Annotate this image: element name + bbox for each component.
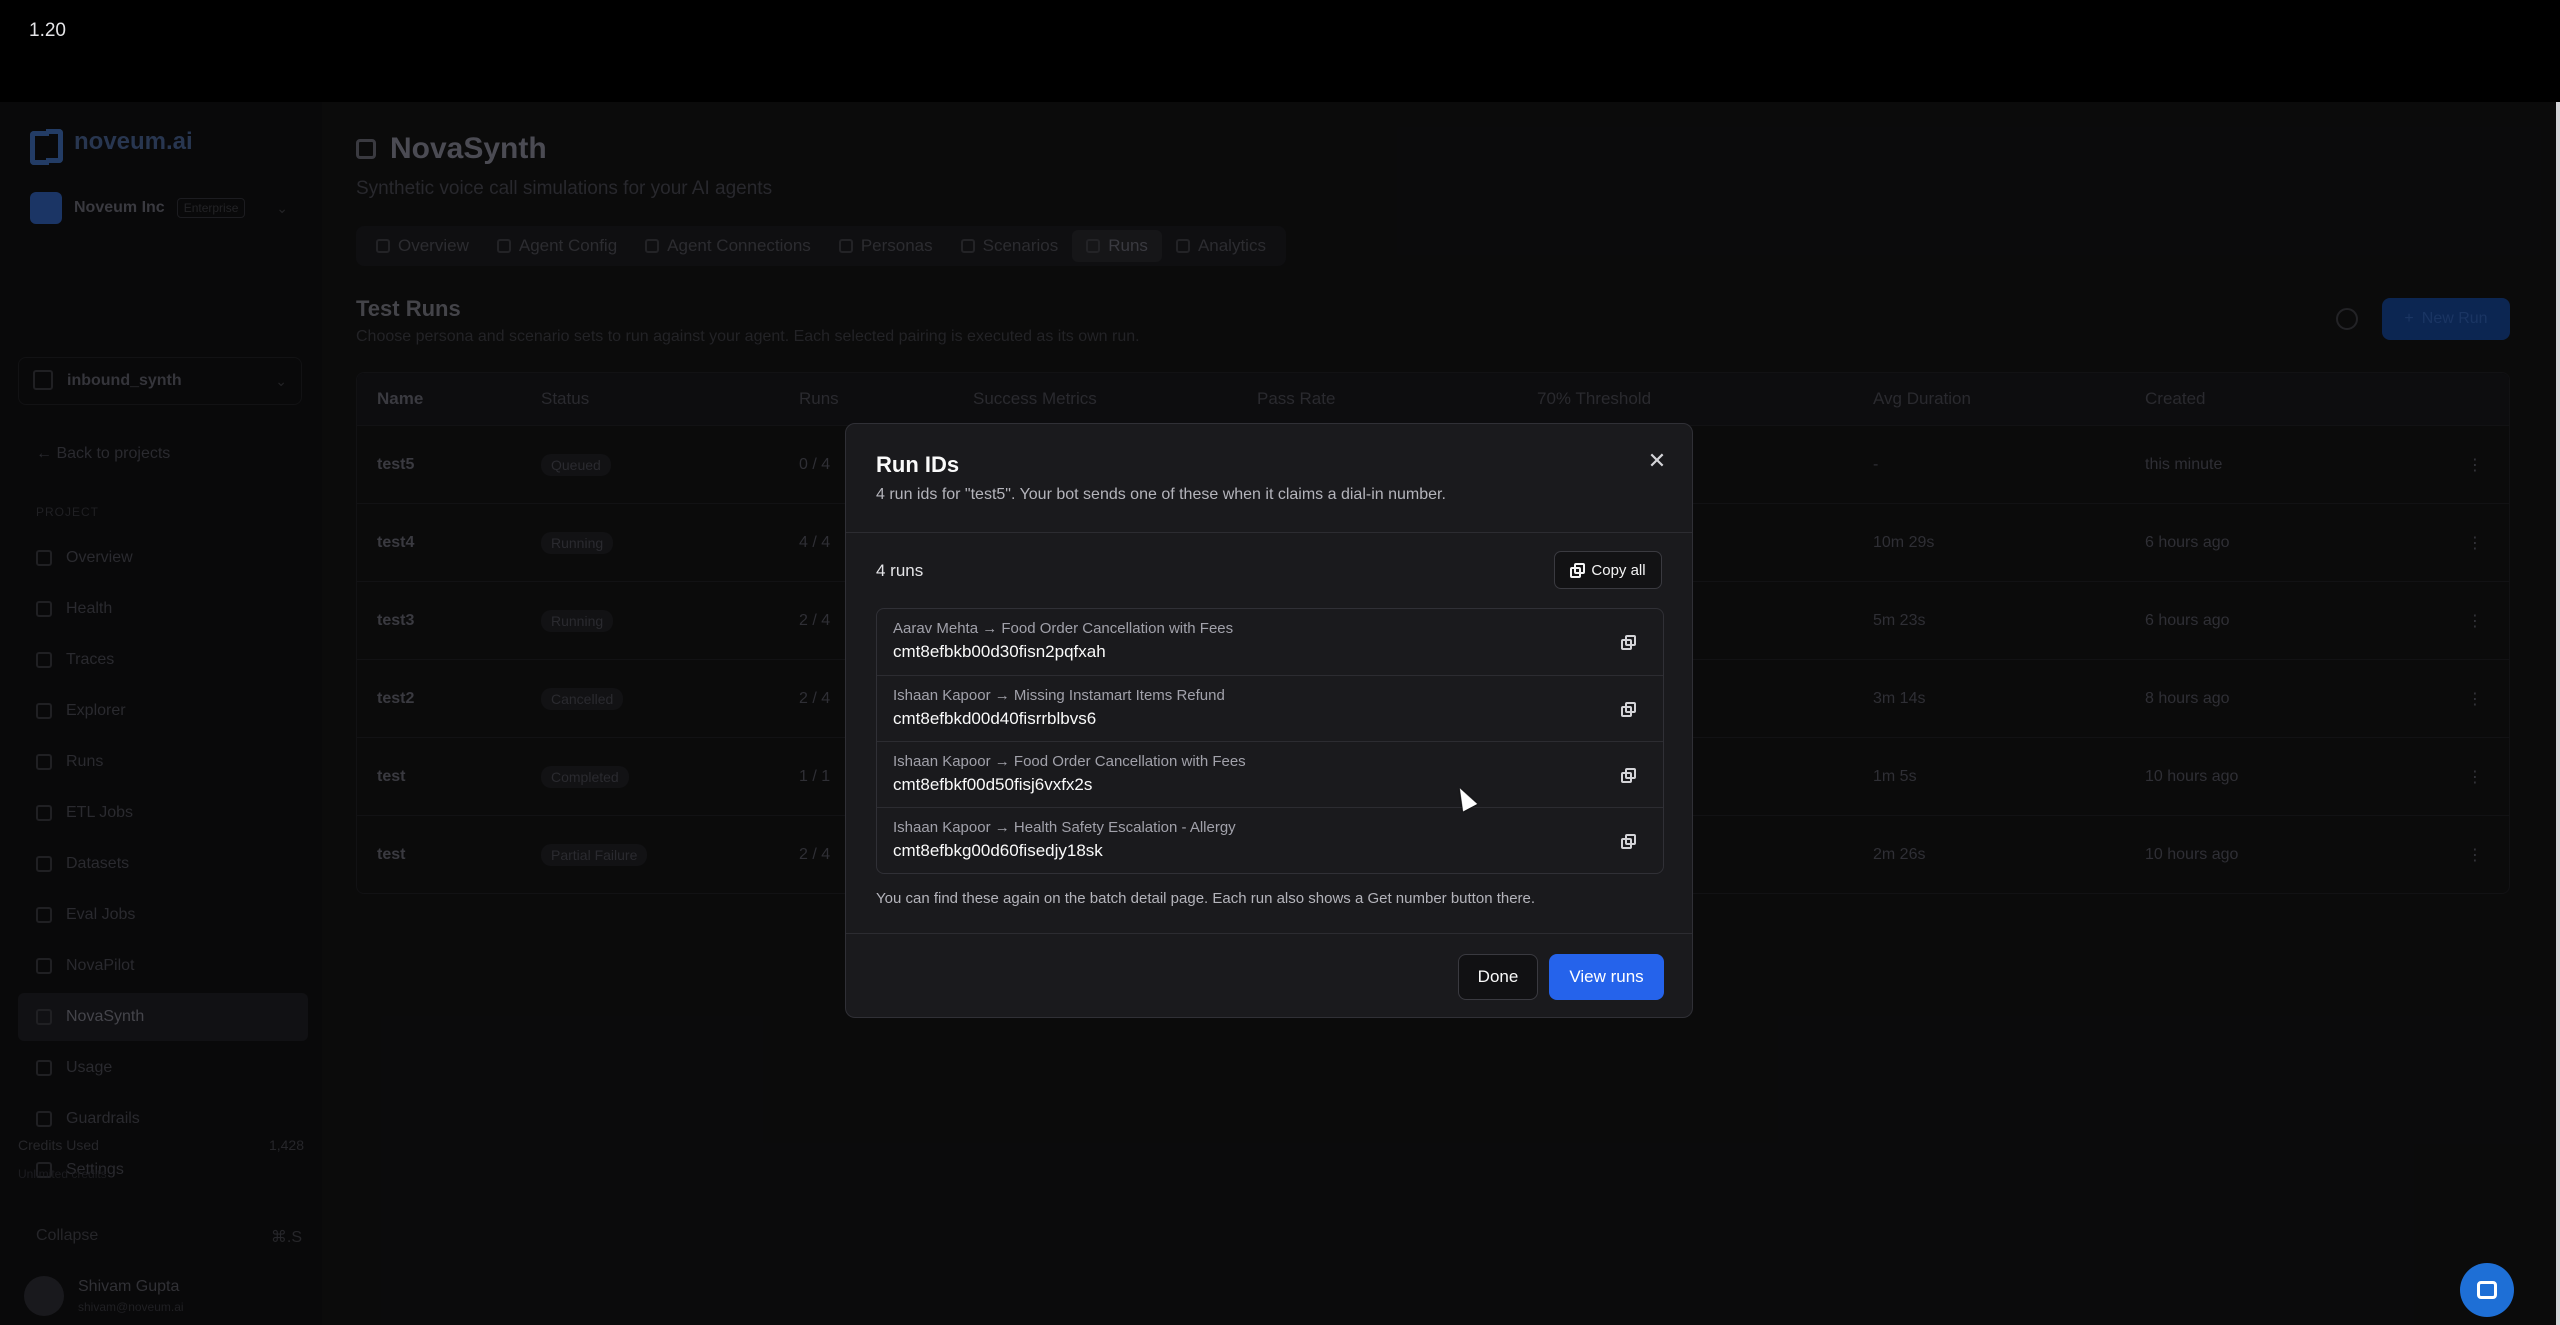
dialog-description: 4 run ids for "test5". Your bot sends on… bbox=[876, 486, 1446, 503]
top-bar: 1.20 bbox=[0, 0, 2560, 102]
chat-icon bbox=[2477, 1281, 2497, 1299]
run-pairing-label: Ishaan Kapoor → Food Order Cancellation … bbox=[893, 753, 1246, 770]
runs-count: 4 runs bbox=[876, 561, 924, 580]
list-item: Ishaan Kapoor → Missing Instamart Items … bbox=[877, 675, 1663, 741]
dialog-title: Run IDs bbox=[876, 452, 960, 477]
list-item: Ishaan Kapoor → Health Safety Escalation… bbox=[877, 807, 1663, 873]
dialog-header: Run IDs 4 run ids for "test5". Your bot … bbox=[846, 424, 1692, 533]
copy-icon[interactable] bbox=[1617, 764, 1639, 786]
run-pairing-label: Ishaan Kapoor → Missing Instamart Items … bbox=[893, 687, 1225, 704]
run-id-list: Aarav Mehta → Food Order Cancellation wi… bbox=[876, 608, 1664, 874]
copy-icon[interactable] bbox=[1617, 631, 1639, 653]
list-item: Aarav Mehta → Food Order Cancellation wi… bbox=[877, 609, 1663, 675]
page-scrollbar[interactable] bbox=[2556, 102, 2560, 1325]
run-id: cmt8efbkd00d40fisrrblbvs6 bbox=[893, 709, 1097, 728]
run-ids-dialog: Run IDs 4 run ids for "test5". Your bot … bbox=[845, 423, 1693, 1018]
copy-icon bbox=[1570, 562, 1586, 578]
run-id: cmt8efbkf00d50fisj6vxfx2s bbox=[893, 775, 1093, 794]
list-item: Ishaan Kapoor → Food Order Cancellation … bbox=[877, 741, 1663, 807]
copy-all-label: Copy all bbox=[1591, 561, 1646, 579]
copy-all-button[interactable]: Copy all bbox=[1554, 551, 1662, 589]
run-pairing-label: Ishaan Kapoor → Health Safety Escalation… bbox=[893, 819, 1236, 836]
run-id: cmt8efbkg00d60fisedjy18sk bbox=[893, 841, 1103, 860]
chat-support-button[interactable] bbox=[2460, 1263, 2514, 1317]
version-label: 1.20 bbox=[29, 20, 66, 41]
close-icon[interactable]: ✕ bbox=[1644, 448, 1670, 474]
view-runs-button[interactable]: View runs bbox=[1549, 954, 1664, 1000]
copy-icon[interactable] bbox=[1617, 830, 1639, 852]
dialog-footer: Done View runs bbox=[846, 933, 1692, 1020]
run-id: cmt8efbkb00d30fisn2pqfxah bbox=[893, 642, 1106, 661]
run-pairing-label: Aarav Mehta → Food Order Cancellation wi… bbox=[893, 620, 1234, 637]
done-button[interactable]: Done bbox=[1458, 954, 1538, 1000]
dialog-hint: You can find these again on the batch de… bbox=[876, 890, 1536, 907]
copy-icon[interactable] bbox=[1617, 698, 1639, 720]
